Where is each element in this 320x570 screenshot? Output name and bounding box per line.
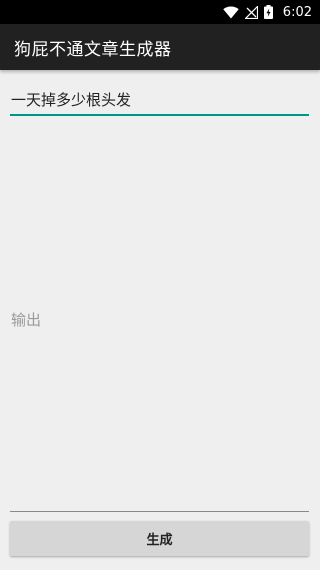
app-bar: 狗屁不通文章生成器 (0, 24, 320, 70)
app-title: 狗屁不通文章生成器 (14, 39, 172, 60)
output-underline (10, 511, 309, 512)
no-signal-icon (244, 5, 258, 19)
status-bar: 6:02 (0, 0, 320, 24)
status-time: 6:02 (282, 4, 312, 20)
output-placeholder: 输出 (11, 311, 42, 329)
topic-input-wrapper (10, 84, 309, 116)
status-icons: 6:02 (223, 5, 312, 20)
input-underline (10, 114, 309, 116)
generate-button[interactable]: 生成 (10, 521, 309, 556)
wifi-icon (223, 6, 239, 19)
battery-charging-icon (263, 5, 273, 19)
topic-input[interactable] (10, 84, 309, 114)
output-field[interactable]: 输出 (10, 122, 309, 512)
